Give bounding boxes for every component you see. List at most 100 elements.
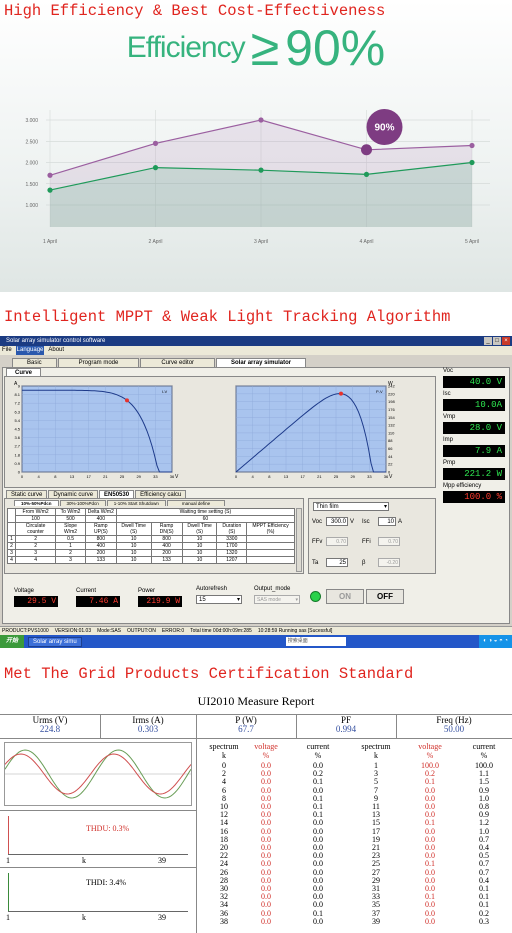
table-cell[interactable]: 10 — [115, 535, 152, 543]
table-scrollbar[interactable] — [296, 508, 302, 572]
table-cell[interactable]: 3 — [14, 549, 57, 557]
y-tick-label: 0.9 — [14, 461, 20, 466]
y-tick-label: 66 — [388, 446, 393, 451]
x-tick-label: 33 — [153, 474, 158, 479]
autorefresh-select[interactable]: 15 ▾ — [196, 595, 242, 604]
even-current-column: current% 0.0 0.2 0.1 0.0 0.1 0.1 0.1 0.0 0.0 0.0 0.… — [292, 742, 344, 926]
tab-basic[interactable]: Basic — [12, 358, 57, 367]
ta-param-input[interactable]: 25 — [326, 558, 348, 567]
tab-curve-editor[interactable]: Curve editor — [140, 358, 216, 367]
tab-10-50[interactable]: 10%-50%Pdcn — [14, 500, 59, 506]
table-cell[interactable]: 1207 — [216, 556, 248, 564]
table-header: Delta W/m2 — [84, 508, 117, 516]
x-tick-label: 0 — [235, 474, 238, 479]
table-cell[interactable]: 200 — [84, 549, 117, 557]
ffv-param-input[interactable]: 0.70 — [326, 537, 348, 546]
table-cell[interactable]: 4 — [14, 556, 57, 564]
beta-param-input[interactable]: -0.20 — [378, 558, 400, 567]
ffi-param-input[interactable]: 0.70 — [378, 537, 400, 546]
tab-program-mode[interactable]: Program mode — [57, 358, 140, 367]
table-cell[interactable]: 400 — [150, 542, 183, 550]
table-cell[interactable]: 2 — [14, 542, 57, 550]
imp-readout-label: Imp — [443, 437, 454, 443]
table-row[interactable]: 4 4 3 133 10 133 10 1207 — [7, 556, 295, 564]
table-cell: 1 — [7, 535, 16, 543]
status-message: 10:28:59 Running sas [Sucessful] — [257, 628, 333, 634]
output-mode-value: SAS mode — [257, 597, 281, 603]
table-cell[interactable]: 100 — [14, 515, 57, 523]
desktop-search-input[interactable]: 搜索桌面 — [285, 637, 346, 646]
table-cell[interactable] — [246, 535, 295, 543]
start-button[interactable]: 开始 — [0, 635, 25, 648]
table-cell[interactable]: 0.5 — [55, 535, 86, 543]
table-cell[interactable]: 400 — [84, 542, 117, 550]
table-cell[interactable]: 500 — [55, 515, 86, 523]
pmp-readout-label: Pmp — [443, 460, 456, 466]
table-cell[interactable]: 10 — [115, 556, 152, 564]
table-cell[interactable]: 10 — [181, 549, 218, 557]
table-cell[interactable] — [246, 549, 295, 557]
table-cell[interactable]: 10 — [181, 556, 218, 564]
isc-param-input[interactable]: 10 — [378, 517, 396, 526]
report-title: UI2010 Measure Report — [197, 694, 315, 708]
table-cell[interactable]: 10 — [115, 542, 152, 550]
on-button[interactable]: ON — [326, 589, 364, 604]
ta-param-label: Ta — [312, 560, 319, 566]
film-type-select[interactable]: Thin film ▾ — [313, 502, 389, 511]
table-cell[interactable] — [246, 556, 295, 564]
tab-start-shutdown[interactable]: 1-10% Start Shutdown — [106, 500, 166, 506]
output-mode-select[interactable]: SAS mode ▾ — [254, 595, 300, 604]
table-cell[interactable]: 3 — [55, 556, 86, 564]
table-row[interactable]: 1 2 0.5 800 10 800 10 3300 — [7, 535, 295, 543]
tab-30-100[interactable]: 30%-100%Pdcn — [59, 500, 106, 506]
urms-value: 224.8 — [39, 724, 61, 734]
table-cell[interactable]: 2 — [55, 549, 86, 557]
menu-file[interactable]: File — [2, 346, 12, 355]
table-cell[interactable]: 133 — [150, 556, 183, 564]
tab-solar-array-simulator[interactable]: Solar array simulator — [216, 358, 307, 367]
y-tick-label: 2.000 — [25, 161, 38, 167]
table-cell[interactable]: 800 — [150, 535, 183, 543]
table-cell[interactable]: 200 — [150, 549, 183, 557]
table-cell[interactable]: 400 — [84, 515, 117, 523]
data-point — [469, 142, 475, 149]
minimize-icon[interactable]: _ — [484, 337, 492, 345]
efficiency-chart: 1.000 1.500 2.000 2.500 3.000 1 April 2 April 3… — [25, 109, 490, 245]
data-point — [47, 187, 53, 193]
x-tick-label: 4 — [252, 474, 255, 479]
table-cell[interactable]: 10 — [115, 549, 152, 557]
voc-readout-label: Voc — [443, 368, 454, 374]
voc-param-input[interactable]: 300.0 — [326, 517, 348, 526]
y-tick-label: 5.4 — [14, 418, 20, 423]
thdu-axis-end: 39 — [158, 856, 166, 865]
maximize-icon[interactable]: □ — [493, 337, 501, 345]
taskbar-item-solar[interactable]: Solar array simu — [28, 636, 82, 647]
spectrum-cell: 39 — [372, 916, 380, 926]
col-head: spectrum — [361, 742, 391, 751]
table-cell[interactable]: 1700 — [216, 542, 248, 550]
autorefresh-value: 15 — [199, 597, 206, 603]
table-cell[interactable]: 2 — [14, 535, 57, 543]
close-icon[interactable]: × — [502, 337, 510, 345]
menu-about[interactable]: About — [48, 346, 64, 355]
table-cell[interactable]: 60 — [115, 515, 295, 523]
plot-area — [235, 385, 387, 473]
table-cell[interactable]: 10 — [181, 542, 218, 550]
table-cell[interactable]: 1 — [55, 542, 86, 550]
chevron-down-icon: ▾ — [295, 597, 298, 603]
even-current-values: 0.0 0.2 0.1 0.0 0.1 0.1 0.1 0.0 0.0 0.0 0.0 0.0 0.0 0… — [292, 761, 344, 926]
table-cell[interactable]: 1320 — [216, 549, 248, 557]
voltage-readout: 29.5 V — [14, 596, 58, 607]
table-row[interactable]: 2 2 1 400 10 400 10 1700 — [7, 542, 295, 550]
table-cell[interactable]: 133 — [84, 556, 117, 564]
menu-language[interactable]: Language — [15, 346, 45, 355]
off-button[interactable]: OFF — [366, 589, 404, 604]
y-tick-label: 1.500 — [25, 182, 38, 188]
table-cell[interactable]: 800 — [84, 535, 117, 543]
table-cell[interactable]: 3300 — [216, 535, 248, 543]
table-cell[interactable] — [246, 542, 295, 550]
table-cell[interactable]: 10 — [181, 535, 218, 543]
table-row[interactable]: 3 3 2 200 10 200 10 1320 — [7, 549, 295, 557]
tab-manual-define[interactable]: manual define — [166, 500, 226, 506]
thdi-axis-start: 1 — [6, 913, 10, 922]
